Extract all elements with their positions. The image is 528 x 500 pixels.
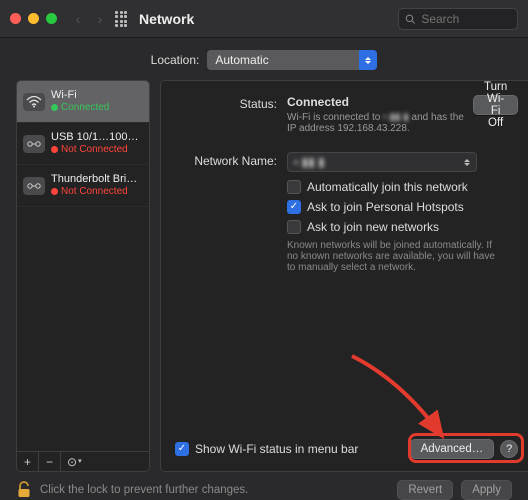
- window-controls: [10, 13, 57, 24]
- wifi-icon: [23, 93, 45, 111]
- help-button[interactable]: ?: [500, 440, 518, 458]
- zoom-window-button[interactable]: [46, 13, 57, 24]
- status-dot-icon: [51, 104, 58, 111]
- status-description: Wi-Fi is connected to ▪ ▮▮ ▮ and has the…: [287, 112, 467, 134]
- search-field[interactable]: [398, 8, 518, 30]
- location-label: Location:: [151, 53, 200, 67]
- service-actions-button[interactable]: ⊙▾: [61, 452, 88, 471]
- join-new-networks-label: Ask to join new networks: [307, 220, 439, 234]
- known-networks-note: Known networks will be joined automatica…: [287, 240, 497, 273]
- service-item-usb-lan[interactable]: USB 10/1…1000 LAN Not Connected: [17, 123, 149, 165]
- location-row: Location: Automatic: [0, 38, 528, 80]
- lock-text: Click the lock to prevent further change…: [40, 484, 248, 496]
- service-item-thunderbolt[interactable]: Thunderbolt Bridge Not Connected: [17, 165, 149, 207]
- network-name-select[interactable]: ▪ ▮▮ ▮: [287, 152, 477, 172]
- personal-hotspots-checkbox[interactable]: [287, 200, 301, 214]
- footer: Click the lock to prevent further change…: [0, 472, 528, 500]
- service-name: USB 10/1…1000 LAN: [51, 131, 143, 144]
- service-status: Not Connected: [61, 186, 128, 198]
- network-name-label: Network Name:: [175, 152, 287, 168]
- select-stepper-icon: [460, 155, 474, 169]
- service-toolbar: + − ⊙▾: [16, 452, 150, 472]
- search-icon: [405, 13, 415, 25]
- status-value: Connected: [287, 95, 467, 109]
- service-status: Connected: [61, 102, 109, 114]
- detail-panel: Status: Connected Wi-Fi is connected to …: [160, 80, 528, 472]
- service-item-wifi[interactable]: Wi-Fi Connected: [17, 81, 149, 123]
- back-button[interactable]: ‹: [67, 8, 89, 30]
- annotation-arrow-icon: [342, 351, 462, 451]
- status-dot-icon: [51, 146, 58, 153]
- apply-button[interactable]: Apply: [461, 480, 512, 500]
- advanced-button[interactable]: Advanced…: [410, 439, 495, 459]
- service-name: Thunderbolt Bridge: [51, 173, 143, 186]
- auto-join-checkbox[interactable]: [287, 180, 301, 194]
- search-input[interactable]: [419, 11, 511, 27]
- service-status: Not Connected: [61, 144, 128, 156]
- service-name: Wi-Fi: [51, 89, 109, 102]
- lock-icon[interactable]: [16, 481, 32, 499]
- auto-join-label: Automatically join this network: [307, 180, 468, 194]
- revert-button[interactable]: Revert: [397, 480, 453, 500]
- close-window-button[interactable]: [10, 13, 21, 24]
- join-new-networks-checkbox[interactable]: [287, 220, 301, 234]
- status-label: Status:: [175, 95, 287, 111]
- location-value: Automatic: [215, 53, 268, 67]
- status-dot-icon: [51, 188, 58, 195]
- turn-wifi-off-button[interactable]: Turn Wi-Fi Off: [473, 95, 518, 115]
- network-name-value: ▪ ▮▮ ▮: [294, 155, 325, 169]
- remove-service-button[interactable]: −: [39, 452, 61, 471]
- location-select[interactable]: Automatic: [207, 50, 377, 70]
- thunderbolt-icon: [23, 177, 45, 195]
- show-menu-bar-checkbox[interactable]: [175, 442, 189, 456]
- ethernet-icon: [23, 135, 45, 153]
- add-service-button[interactable]: +: [17, 452, 39, 471]
- service-sidebar: Wi-Fi Connected USB 10/1…1000 LAN Not Co…: [16, 80, 150, 472]
- show-menu-bar-label: Show Wi-Fi status in menu bar: [195, 442, 358, 456]
- show-all-prefs-button[interactable]: [115, 11, 131, 27]
- minimize-window-button[interactable]: [28, 13, 39, 24]
- titlebar: ‹ › Network: [0, 0, 528, 38]
- select-stepper-icon: [359, 50, 377, 70]
- personal-hotspots-label: Ask to join Personal Hotspots: [307, 200, 464, 214]
- window-title: Network: [139, 11, 194, 27]
- forward-button[interactable]: ›: [89, 8, 111, 30]
- service-list: Wi-Fi Connected USB 10/1…1000 LAN Not Co…: [16, 80, 150, 452]
